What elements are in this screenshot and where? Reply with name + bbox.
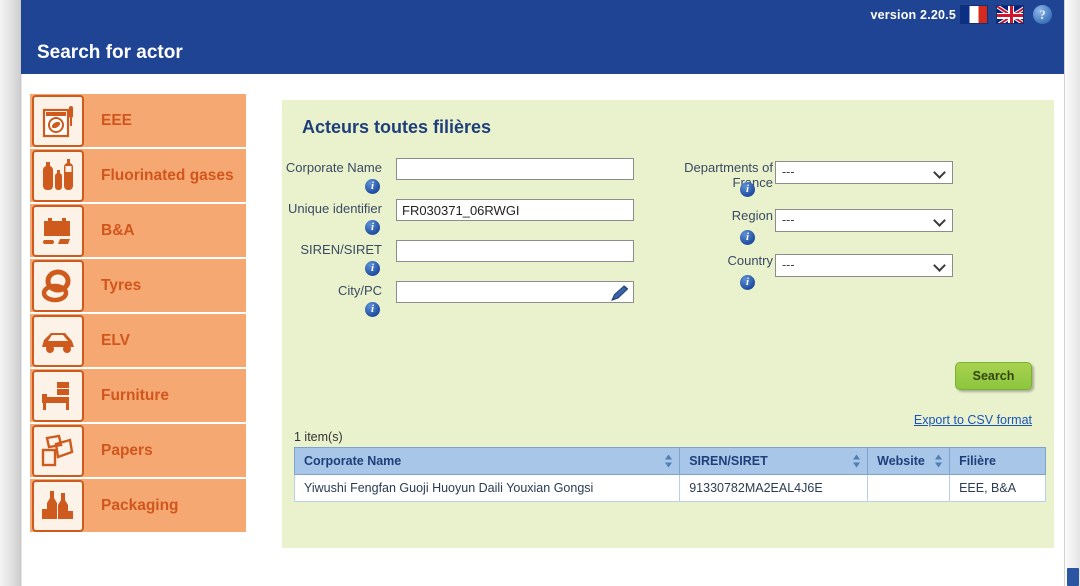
info-icon[interactable]: i <box>365 261 380 276</box>
results-table: Corporate Name SIREN/SIRET Website Filiè… <box>293 447 1046 502</box>
table-header-row: Corporate Name SIREN/SIRET Website Filiè… <box>293 447 1046 475</box>
chevron-down-icon <box>933 259 946 272</box>
app-window: version 2.20.5 ? Search for actor EEE Fl… <box>0 0 1080 586</box>
sidebar-item-label: ELV <box>101 332 130 349</box>
gas-cylinders-icon <box>32 149 84 202</box>
content-area: EEE Fluorinated gases B&A Tyres ELV Furn… <box>21 74 1064 586</box>
sidebar-item-label: Papers <box>101 442 153 459</box>
country-select[interactable]: --- <box>775 254 953 277</box>
bed-icon <box>32 369 84 422</box>
export-csv-link[interactable]: Export to CSV format <box>898 413 1032 427</box>
field-country: Country i --- <box>667 251 1054 296</box>
field-label: Departments of France <box>684 160 773 190</box>
select-value: --- <box>782 213 795 227</box>
field-departments-of-france: Departments of France i --- <box>667 158 1054 206</box>
result-count: 1 item(s) <box>294 430 343 444</box>
version-label: version 2.20.5 <box>870 8 956 22</box>
sidebar-item-label: Furniture <box>101 387 170 404</box>
sidebar-item-label: B&A <box>101 222 135 239</box>
unique-identifier-input[interactable] <box>396 199 634 221</box>
bottles-icon <box>32 479 84 532</box>
corporate-name-input[interactable] <box>396 158 634 180</box>
field-label: Unique identifier <box>288 201 382 216</box>
papers-icon <box>32 424 84 477</box>
form-column-left: Corporate Name i Unique identifier i SIR… <box>282 158 654 322</box>
select-value: --- <box>782 165 795 179</box>
field-label: SIREN/SIRET <box>300 242 382 257</box>
field-label: Country <box>727 253 773 268</box>
sidebar-item-papers[interactable]: Papers <box>30 424 246 477</box>
sidebar-item-label: EEE <box>101 112 133 129</box>
column-header-filiere[interactable]: Filière <box>949 447 1046 475</box>
info-icon[interactable]: i <box>365 220 380 235</box>
info-icon[interactable]: i <box>740 275 755 290</box>
washing-machine-icon <box>32 94 84 147</box>
sidebar-item-eee[interactable]: EEE <box>30 94 246 147</box>
sidebar-item-label: Packaging <box>101 497 179 514</box>
page-title: Search for actor <box>37 42 183 63</box>
left-scrollbar[interactable] <box>0 0 21 586</box>
sidebar-item-fluorinated-gases[interactable]: Fluorinated gases <box>30 149 246 202</box>
info-icon[interactable]: i <box>365 179 380 194</box>
sort-icon[interactable] <box>852 454 861 468</box>
info-icon[interactable]: i <box>740 182 755 197</box>
table-row[interactable]: Yiwushi Fengfan Guoji Huoyun Daili Youxi… <box>293 474 1046 502</box>
column-label: SIREN/SIRET <box>689 454 768 468</box>
column-label: Corporate Name <box>304 454 402 468</box>
info-icon[interactable]: i <box>365 302 380 317</box>
column-label: Filière <box>959 454 996 468</box>
sidebar: EEE Fluorinated gases B&A Tyres ELV Furn… <box>30 94 246 534</box>
form-column-right: Departments of France i --- Region i --- <box>667 158 1054 296</box>
chevron-down-icon <box>933 166 946 179</box>
field-region: Region i --- <box>667 206 1054 251</box>
sort-icon[interactable] <box>664 454 673 468</box>
panel-title: Acteurs toutes filières <box>302 117 492 137</box>
cell-siren-siret: 91330782MA2EAL4J6E <box>679 474 869 502</box>
city-pc-input[interactable] <box>396 281 634 303</box>
car-icon <box>32 314 84 367</box>
help-icon[interactable]: ? <box>1033 5 1052 24</box>
sort-icon[interactable] <box>934 454 943 468</box>
info-icon[interactable]: i <box>740 230 755 245</box>
sidebar-item-label: Fluorinated gases <box>101 167 234 184</box>
column-header-corporate-name[interactable]: Corporate Name <box>293 447 681 475</box>
field-corporate-name: Corporate Name i <box>282 158 654 199</box>
tyre-icon <box>32 259 84 312</box>
field-label: City/PC <box>337 283 382 298</box>
cell-website <box>867 474 951 502</box>
field-label: Corporate Name <box>285 160 382 175</box>
region-select[interactable]: --- <box>775 209 953 232</box>
sidebar-item-furniture[interactable]: Furniture <box>30 369 246 422</box>
select-value: --- <box>782 258 795 272</box>
departments-of-france-select[interactable]: --- <box>775 161 953 184</box>
battery-icon <box>32 204 84 257</box>
french-flag-icon[interactable] <box>960 5 988 24</box>
sidebar-item-packaging[interactable]: Packaging <box>30 479 246 532</box>
siren-siret-input[interactable] <box>396 240 634 262</box>
sidebar-item-ba[interactable]: B&A <box>30 204 246 257</box>
column-header-website[interactable]: Website <box>867 447 951 475</box>
search-panel: Acteurs toutes filières Corporate Name i… <box>282 100 1054 548</box>
field-label: Region <box>731 208 773 223</box>
cell-filiere: EEE, B&A <box>949 474 1046 502</box>
field-city-pc: City/PC i <box>282 281 654 322</box>
uk-flag-icon[interactable] <box>996 5 1024 24</box>
page-scrollbar[interactable] <box>1064 0 1080 586</box>
sidebar-item-label: Tyres <box>101 277 142 294</box>
column-header-siren-siret[interactable]: SIREN/SIRET <box>679 447 869 475</box>
chevron-down-icon <box>933 214 946 227</box>
field-siren-siret: SIREN/SIRET i <box>282 240 654 281</box>
app-header: version 2.20.5 ? Search for actor <box>21 0 1064 74</box>
cell-corporate-name: Yiwushi Fengfan Guoji Huoyun Daili Youxi… <box>293 474 681 502</box>
field-unique-identifier: Unique identifier i <box>282 199 654 240</box>
edit-pencil-icon[interactable] <box>610 284 630 302</box>
column-label: Website <box>877 454 925 468</box>
search-button[interactable]: Search <box>955 362 1032 390</box>
page-scrollbar-thumb[interactable] <box>1067 568 1079 586</box>
sidebar-item-elv[interactable]: ELV <box>30 314 246 367</box>
sidebar-item-tyres[interactable]: Tyres <box>30 259 246 312</box>
